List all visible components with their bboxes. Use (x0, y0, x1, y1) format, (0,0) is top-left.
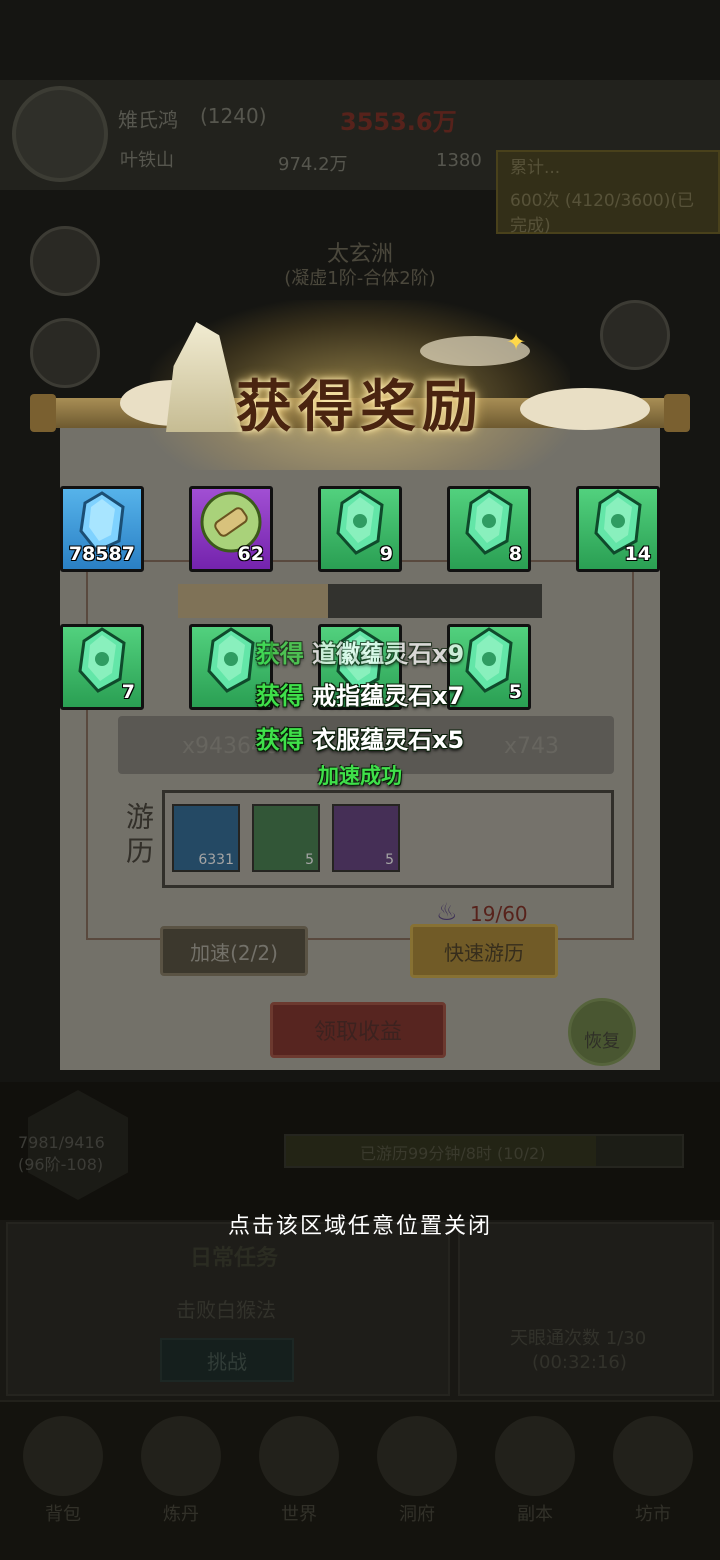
reward-count: 9 (379, 543, 393, 565)
toast-prefix: 获得 (255, 726, 304, 754)
toast-text: 衣服蕴灵石x5 (312, 726, 465, 754)
reward-item[interactable]: 78587 (60, 486, 144, 572)
toast-prefix: 获得 (255, 682, 304, 710)
reward-item[interactable]: 8 (447, 486, 531, 572)
reward-count: 62 (237, 543, 264, 565)
close-hint[interactable]: 点击该区域任意位置关闭 (0, 1208, 720, 1240)
reward-count: 14 (624, 543, 651, 565)
reward-toast: 获得 衣服蕴灵石x5 (0, 720, 720, 755)
reward-title: 获得奖励 (236, 374, 484, 440)
toast-text: 道徽蕴灵石x9 (312, 640, 465, 668)
reward-item[interactable]: 62 (189, 486, 273, 572)
reward-item[interactable]: 9 (318, 486, 402, 572)
reward-toast: 获得 道徽蕴灵石x9 (0, 634, 720, 669)
sparkle-icon: ✦ (506, 328, 527, 356)
reward-count: 78587 (68, 543, 135, 565)
speed-up-success-toast: 加速成功 (318, 764, 402, 788)
reward-toast: 获得 戒指蕴灵石x7 (0, 676, 720, 711)
toast-text: 戒指蕴灵石x7 (312, 682, 465, 710)
toast-prefix: 获得 (255, 640, 304, 668)
reward-count: 8 (508, 543, 522, 565)
reward-item[interactable]: 14 (576, 486, 660, 572)
